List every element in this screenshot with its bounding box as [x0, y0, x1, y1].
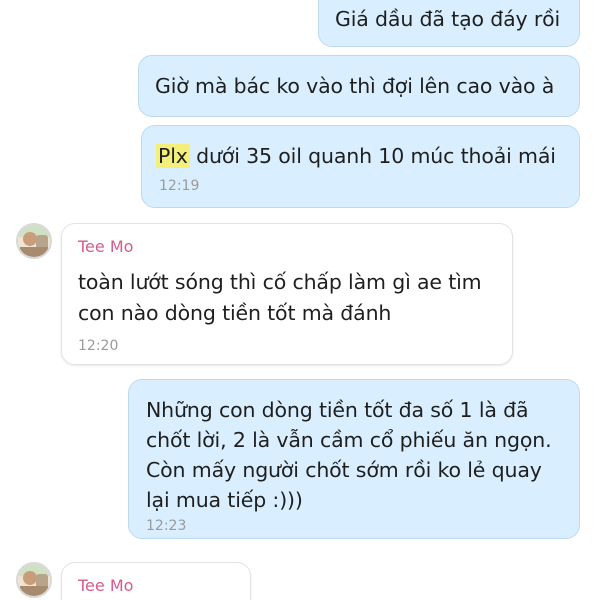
- message-text: Còn mấy người chốt sớm rồi ko lẻ quay: [146, 458, 542, 482]
- message-text: lại mua tiếp :))): [146, 488, 303, 512]
- chat-conversation: Giá dầu đã tạo đáy rồi Giờ mà bác ko vào…: [0, 0, 600, 600]
- message-text: chốt lời, 2 là vẫn cầm cổ phiếu ăn ngọn.: [146, 428, 552, 452]
- my-message-bubble[interactable]: Giá dầu đã tạo đáy rồi: [318, 0, 580, 47]
- message-text: Plx dưới 35 oil quanh 10 múc thoải mái: [156, 141, 556, 172]
- sender-name: Tee Mo: [78, 576, 134, 595]
- highlighted-text: Plx: [156, 144, 190, 168]
- message-text: con nào dòng tiền tốt mà đánh: [78, 301, 392, 325]
- message-text: toàn lướt sóng thì cố chấp làm gì ae tìm: [78, 270, 482, 294]
- message-timestamp: 12:20: [78, 338, 119, 354]
- message-text: Giá dầu đã tạo đáy rồi: [335, 7, 561, 31]
- sender-name: Tee Mo: [78, 237, 134, 256]
- their-message-bubble[interactable]: Tee Mo toàn lướt sóng thì cố chấp làm gì…: [61, 223, 513, 365]
- message-text: Giờ mà bác ko vào thì đợi lên cao vào à: [155, 74, 555, 98]
- message-text: Những con dòng tiền tốt đa số 1 là đã: [146, 398, 529, 422]
- message-timestamp: 12:23: [146, 518, 187, 534]
- my-message-bubble[interactable]: Plx dưới 35 oil quanh 10 múc thoải mái 1…: [141, 125, 580, 208]
- user-avatar-icon[interactable]: [16, 223, 52, 259]
- message-timestamp: 12:19: [159, 178, 200, 194]
- message-text-rest: dưới 35 oil quanh 10 múc thoải mái: [189, 144, 556, 168]
- user-avatar-icon[interactable]: [16, 562, 52, 598]
- my-message-bubble[interactable]: Những con dòng tiền tốt đa số 1 là đã ch…: [128, 379, 580, 539]
- their-message-bubble[interactable]: Tee Mo: [61, 562, 251, 600]
- my-message-bubble[interactable]: Giờ mà bác ko vào thì đợi lên cao vào à: [138, 55, 580, 117]
